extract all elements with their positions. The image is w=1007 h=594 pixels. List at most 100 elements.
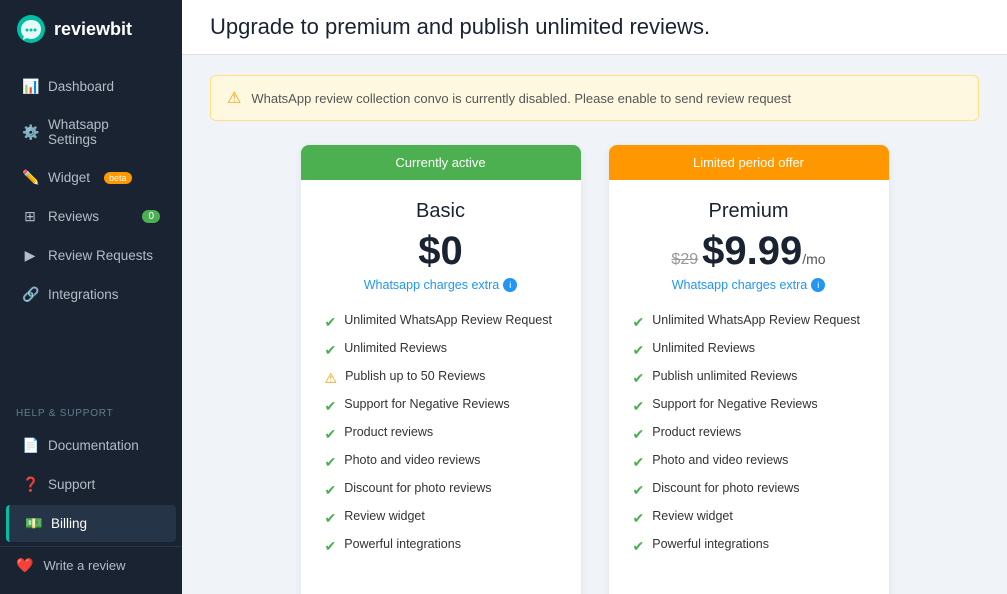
- warn-icon: ⚠: [325, 370, 338, 387]
- sidebar-item-widget[interactable]: ✏️ Widget beta: [6, 159, 176, 196]
- feature-item: ✔ Publish unlimited Reviews: [633, 364, 865, 392]
- sidebar-item-label: Documentation: [48, 438, 139, 453]
- feature-list-basic: ✔ Unlimited WhatsApp Review Request ✔ Un…: [325, 308, 557, 560]
- feature-label: Support for Negative Reviews: [344, 397, 509, 411]
- feature-item: ✔ Support for Negative Reviews: [633, 392, 865, 420]
- beta-badge: beta: [104, 172, 132, 184]
- feature-label: Unlimited WhatsApp Review Request: [344, 313, 552, 327]
- feature-item: ✔ Unlimited Reviews: [325, 336, 557, 364]
- feature-item: ✔ Review widget: [633, 504, 865, 532]
- billing-icon: 💵: [25, 515, 41, 532]
- premium-price-value: $9.99: [702, 229, 802, 273]
- plan-price-basic: $0: [325, 229, 557, 274]
- check-icon: ✔: [325, 426, 337, 443]
- reviews-badge: 0: [142, 210, 160, 223]
- check-icon: ✔: [325, 398, 337, 415]
- plan-card-premium: Limited period offer Premium $29$9.99/mo…: [609, 145, 889, 594]
- alert-icon: ⚠: [227, 88, 241, 108]
- check-icon: ✔: [325, 538, 337, 555]
- plan-body-basic: Basic $0 Whatsapp charges extra i ✔ Unli…: [301, 180, 581, 580]
- check-icon: ✔: [633, 370, 645, 387]
- support-icon: ❓: [22, 476, 38, 493]
- plan-footer-premium: Upgrade Now: [609, 580, 889, 594]
- check-icon: ✔: [325, 342, 337, 359]
- plan-header-label: Currently active: [395, 155, 485, 170]
- plan-card-basic: Currently active Basic $0 Whatsapp charg…: [301, 145, 581, 594]
- sidebar-item-whatsapp-settings[interactable]: ⚙️ Whatsapp Settings: [6, 107, 176, 157]
- feature-label: Photo and video reviews: [344, 453, 480, 467]
- logo: reviewbit: [0, 0, 182, 58]
- plan-footer-basic: Currently Active: [301, 580, 581, 594]
- info-icon-premium: i: [811, 278, 825, 292]
- original-price: $29: [671, 251, 698, 268]
- basic-price-value: $0: [418, 229, 463, 273]
- settings-icon: ⚙️: [22, 124, 38, 141]
- sidebar-item-label: Review Requests: [48, 248, 153, 263]
- sidebar-item-support[interactable]: ❓ Support: [6, 466, 176, 503]
- check-icon: ✔: [325, 454, 337, 471]
- feature-label: Review widget: [344, 509, 425, 523]
- check-icon: ✔: [325, 314, 337, 331]
- sidebar-item-label: Billing: [51, 516, 87, 531]
- whatsapp-note-basic: Whatsapp charges extra i: [325, 278, 557, 292]
- main-header: Upgrade to premium and publish unlimited…: [182, 0, 1007, 55]
- feature-item: ✔ Powerful integrations: [633, 532, 865, 560]
- feature-item: ✔ Photo and video reviews: [325, 448, 557, 476]
- plan-name-basic: Basic: [325, 200, 557, 223]
- sidebar-item-label: Reviews: [48, 209, 99, 224]
- main-body: ⚠ WhatsApp review collection convo is cu…: [182, 55, 1007, 594]
- check-icon: ✔: [325, 482, 337, 499]
- sidebar-nav: 📊 Dashboard ⚙️ Whatsapp Settings ✏️ Widg…: [0, 58, 182, 394]
- feature-label: Powerful integrations: [652, 537, 769, 551]
- check-icon: ✔: [633, 314, 645, 331]
- reviews-icon: ⊞: [22, 208, 38, 225]
- sidebar-item-billing[interactable]: 💵 Billing: [6, 505, 176, 542]
- feature-label: Review widget: [652, 509, 733, 523]
- alert-banner: ⚠ WhatsApp review collection convo is cu…: [210, 75, 979, 121]
- feature-item: ✔ Unlimited Reviews: [633, 336, 865, 364]
- dashboard-icon: 📊: [22, 78, 38, 95]
- feature-item: ✔ Powerful integrations: [325, 532, 557, 560]
- check-icon: ✔: [633, 510, 645, 527]
- plan-body-premium: Premium $29$9.99/mo Whatsapp charges ext…: [609, 180, 889, 580]
- feature-label: Unlimited Reviews: [344, 341, 447, 355]
- sidebar-item-review-requests[interactable]: ▶ Review Requests: [6, 237, 176, 274]
- check-icon: ✔: [325, 510, 337, 527]
- sidebar-item-label: Dashboard: [48, 79, 114, 94]
- check-icon: ✔: [633, 482, 645, 499]
- sidebar-item-label: Integrations: [48, 287, 119, 302]
- plan-header-premium: Limited period offer: [609, 145, 889, 180]
- feature-label: Discount for photo reviews: [652, 481, 799, 495]
- feature-label: Product reviews: [652, 425, 741, 439]
- sidebar-item-integrations[interactable]: 🔗 Integrations: [6, 276, 176, 313]
- feature-label: Publish unlimited Reviews: [652, 369, 797, 383]
- sidebar-item-documentation[interactable]: 📄 Documentation: [6, 427, 176, 464]
- feature-item: ⚠ Publish up to 50 Reviews: [325, 364, 557, 392]
- feature-label: Support for Negative Reviews: [652, 397, 817, 411]
- page-title: Upgrade to premium and publish unlimited…: [210, 14, 979, 40]
- sidebar-item-label: Support: [48, 477, 95, 492]
- sidebar-bottom: HELP & SUPPORT 📄 Documentation ❓ Support…: [0, 394, 182, 594]
- feature-list-premium: ✔ Unlimited WhatsApp Review Request ✔ Un…: [633, 308, 865, 560]
- check-icon: ✔: [633, 342, 645, 359]
- per-month: /mo: [802, 251, 825, 267]
- feature-label: Unlimited Reviews: [652, 341, 755, 355]
- feature-item: ✔ Product reviews: [633, 420, 865, 448]
- check-icon: ✔: [633, 426, 645, 443]
- sidebar-item-dashboard[interactable]: 📊 Dashboard: [6, 68, 176, 105]
- feature-item: ✔ Review widget: [325, 504, 557, 532]
- write-review-item[interactable]: ❤️ Write a review: [0, 546, 182, 584]
- sidebar-item-reviews[interactable]: ⊞ Reviews 0: [6, 198, 176, 235]
- plans-container: Currently active Basic $0 Whatsapp charg…: [210, 145, 979, 594]
- feature-label: Discount for photo reviews: [344, 481, 491, 495]
- documentation-icon: 📄: [22, 437, 38, 454]
- alert-text: WhatsApp review collection convo is curr…: [251, 91, 791, 106]
- feature-item: ✔ Unlimited WhatsApp Review Request: [325, 308, 557, 336]
- feature-label: Photo and video reviews: [652, 453, 788, 467]
- check-icon: ✔: [633, 398, 645, 415]
- logo-icon: [16, 14, 46, 44]
- logo-text: reviewbit: [54, 19, 132, 40]
- widget-icon: ✏️: [22, 169, 38, 186]
- feature-item: ✔ Unlimited WhatsApp Review Request: [633, 308, 865, 336]
- plan-name-premium: Premium: [633, 200, 865, 223]
